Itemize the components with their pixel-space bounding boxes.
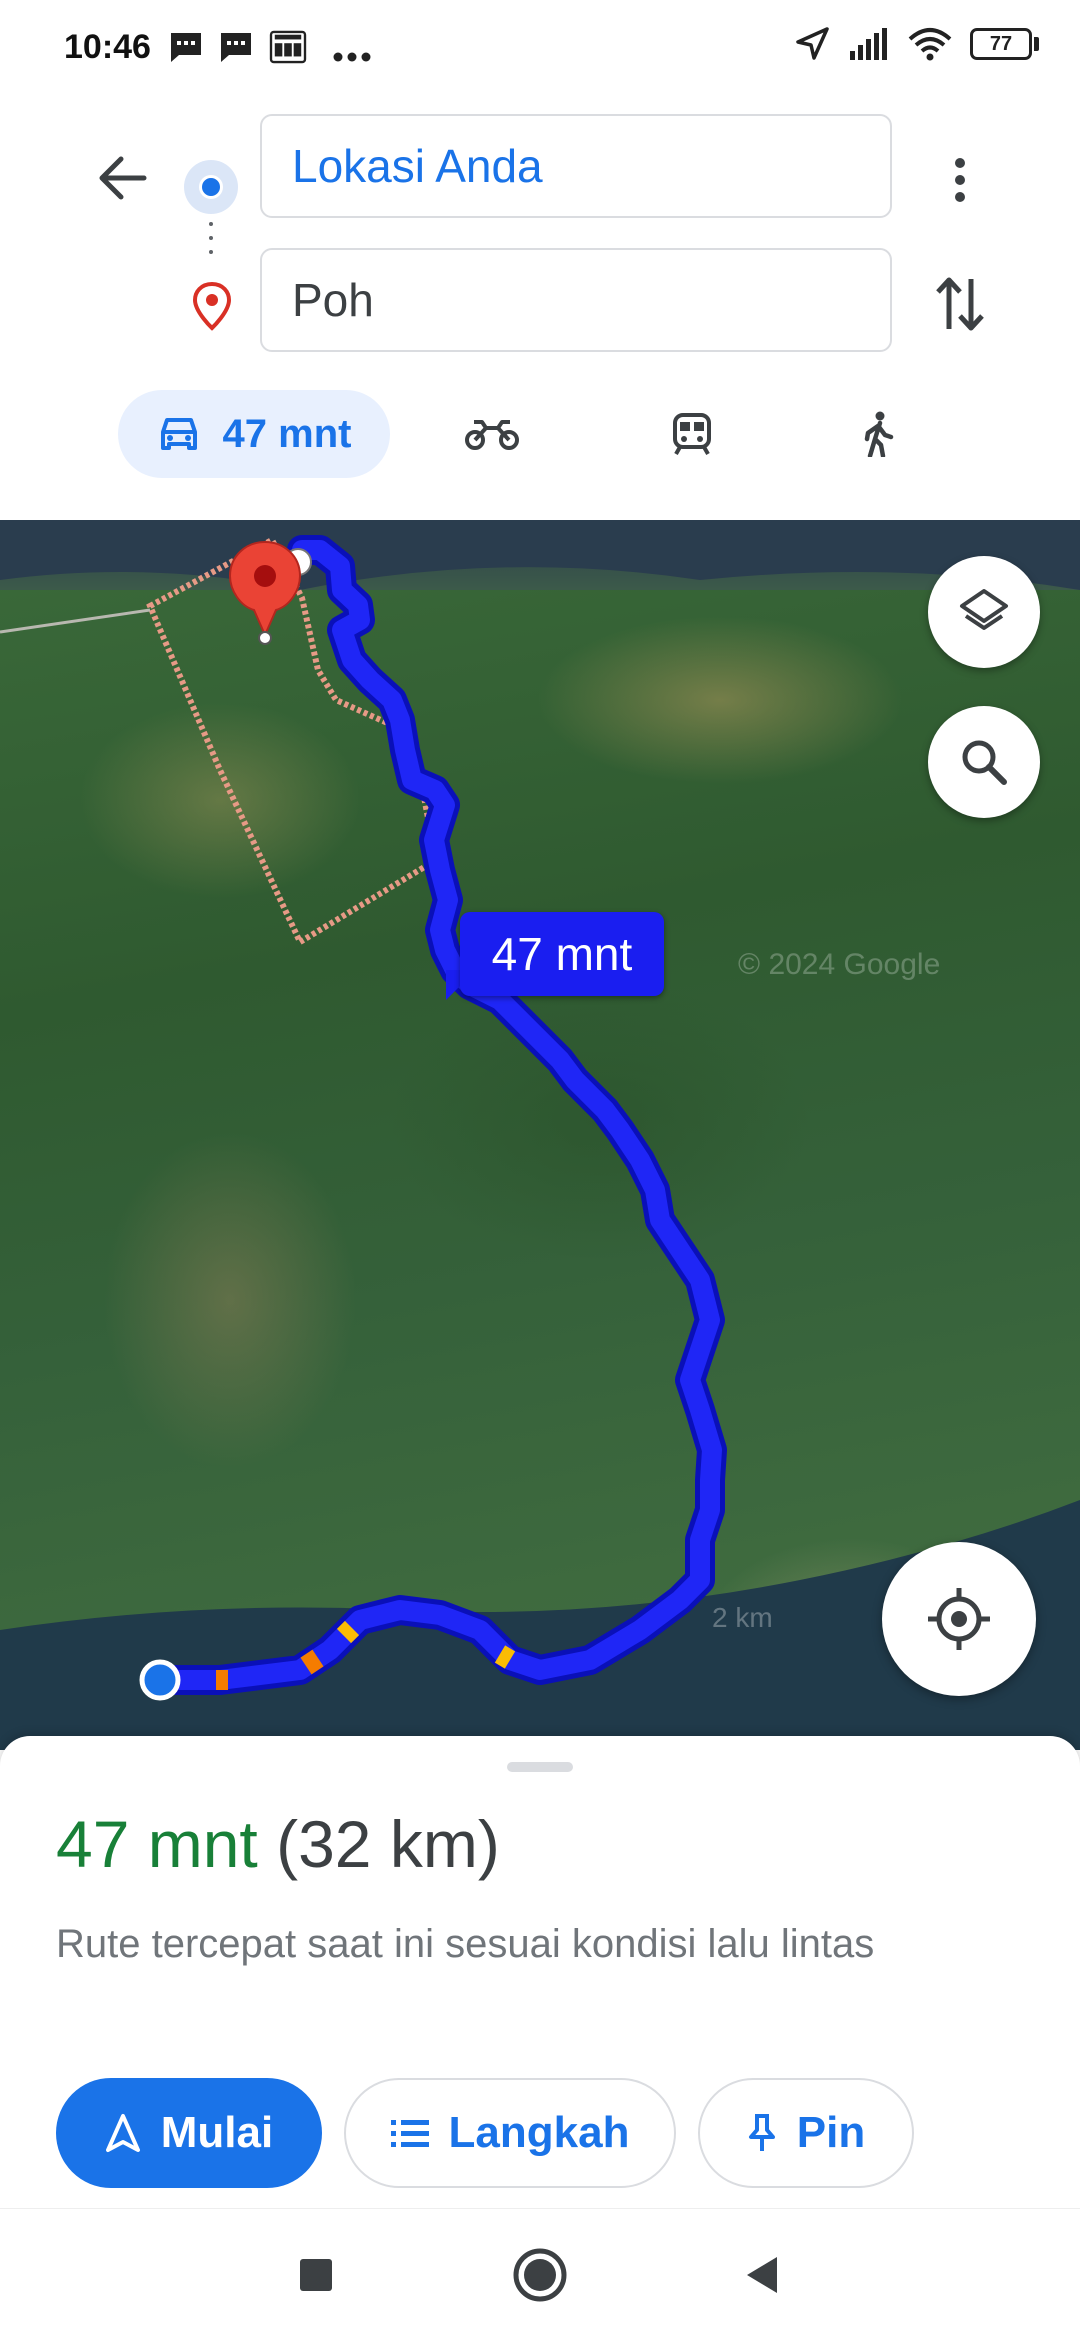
back-triangle-icon (747, 2257, 777, 2293)
steps-button-label: Langkah (448, 2108, 630, 2157)
route-outline (145, 535, 727, 1695)
recents-square-icon (300, 2259, 332, 2291)
map-watermark: © 2024 Google (738, 948, 941, 981)
walk-icon (864, 411, 894, 457)
traffic-segment (300, 1649, 324, 1675)
motorcycle-icon (465, 420, 519, 450)
traffic-segment (494, 1645, 516, 1669)
wifi-icon (908, 28, 952, 61)
tab-car-label: 47 mnt (222, 411, 352, 456)
pin-button[interactable]: Pin (698, 2078, 914, 2188)
system-nav-bar (0, 2208, 1080, 2341)
my-location-button[interactable] (882, 1542, 1036, 1696)
battery-level: 77 (989, 32, 1013, 55)
route-summary: 47 mnt (32 km) (56, 1806, 500, 1882)
route-distance: (32 km) (276, 1807, 500, 1881)
search-along-route-button[interactable] (928, 706, 1040, 818)
destination-pin-icon (192, 281, 232, 331)
location-arrow-icon (796, 27, 829, 60)
route-duration: 47 mnt (56, 1807, 258, 1881)
start-location-icon (139, 1659, 181, 1701)
tab-car[interactable]: 47 mnt (118, 390, 390, 478)
swap-vert-icon (936, 277, 984, 331)
home-circle-icon (513, 2248, 567, 2302)
more-options-button[interactable] (930, 140, 990, 220)
start-button[interactable]: Mulai (56, 2078, 322, 2188)
message-icon (171, 33, 201, 62)
lottery-app-icon (269, 30, 307, 64)
status-time: 10:46 (64, 28, 151, 66)
route-line (150, 540, 722, 1690)
status-bar: 10:46 77 (0, 0, 1080, 100)
message-icon (221, 33, 251, 62)
origin-dot-icon (184, 160, 238, 214)
tab-transit[interactable] (646, 390, 738, 478)
destination-field[interactable]: Poh (260, 248, 892, 352)
layers-button[interactable] (928, 556, 1040, 668)
steps-button[interactable]: Langkah (344, 2078, 676, 2188)
directions-header: Lokasi Anda Poh 47 mnt (0, 100, 1080, 520)
origin-field[interactable]: Lokasi Anda (260, 114, 892, 218)
eta-bubble[interactable]: 47 mnt (460, 912, 664, 996)
signal-icon (850, 28, 887, 60)
nav-recents-button[interactable] (286, 2245, 346, 2305)
pin-button-label: Pin (796, 2108, 866, 2157)
list-icon (390, 2120, 429, 2147)
battery-icon: 77 (970, 28, 1040, 60)
route-description: Rute tercepat saat ini sesuai kondisi la… (56, 1922, 875, 1966)
route-summary-sheet: 47 mnt (32 km) Rute tercepat saat ini se… (0, 1736, 1080, 2208)
map-road (0, 608, 151, 634)
sheet-drag-handle[interactable] (507, 1762, 573, 1772)
pin-icon (748, 2114, 775, 2151)
arrow-back-icon (99, 156, 147, 200)
layers-icon (960, 589, 1008, 630)
tab-motorcycle[interactable] (446, 390, 538, 478)
more-vert-icon (955, 158, 965, 202)
map-scale: 2 km (712, 1602, 773, 1633)
route-connector-dots (209, 222, 213, 278)
map-coast-north (0, 520, 1080, 590)
map-view[interactable]: © 2024 Google 2 km 47 mnt (0, 520, 1080, 1750)
start-button-label: Mulai (160, 2108, 274, 2157)
my-location-icon (928, 1588, 990, 1650)
navigation-arrow-icon (105, 2114, 140, 2152)
search-icon (962, 740, 1007, 785)
nav-back-button[interactable] (732, 2245, 792, 2305)
traffic-segment (336, 1620, 360, 1644)
more-notifications-icon (333, 52, 371, 62)
travel-mode-tabs: 47 mnt (0, 390, 1080, 490)
car-icon (160, 418, 197, 450)
train-icon (673, 413, 711, 455)
destination-marker-icon (228, 540, 302, 645)
swap-directions-button[interactable] (924, 268, 996, 340)
nav-home-button[interactable] (510, 2245, 570, 2305)
tab-walk[interactable] (832, 390, 924, 478)
back-button[interactable] (84, 140, 160, 216)
